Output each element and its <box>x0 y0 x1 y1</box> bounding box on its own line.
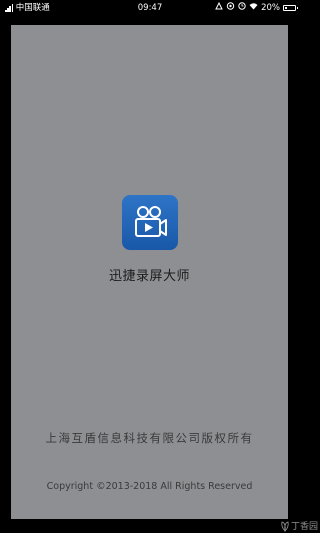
eye-icon <box>226 0 235 16</box>
clock-icon <box>238 0 246 16</box>
splash-screen: 迅捷录屏大师 上海互盾信息科技有限公司版权所有 Copyright ©2013-… <box>11 25 288 519</box>
watermark: 丁香园 <box>279 519 318 532</box>
app-name: 迅捷录屏大师 <box>108 269 190 284</box>
copyright-line: Copyright ©2013-2018 All Rights Reserved <box>46 481 253 492</box>
company-copyright: 上海互盾信息科技有限公司版权所有 <box>45 431 254 445</box>
watermark-text: 丁香园 <box>290 522 318 532</box>
battery-icon <box>283 5 298 11</box>
alarm-icon <box>215 0 223 16</box>
leaf-logo-icon <box>281 521 289 532</box>
status-right: 20% <box>212 0 298 16</box>
status-bar: 中国联通 09:47 20% <box>0 0 300 16</box>
battery-fill <box>285 7 287 9</box>
video-camera-icon <box>122 195 178 250</box>
wifi-icon <box>249 0 258 16</box>
battery-percent: 20% <box>261 3 280 13</box>
